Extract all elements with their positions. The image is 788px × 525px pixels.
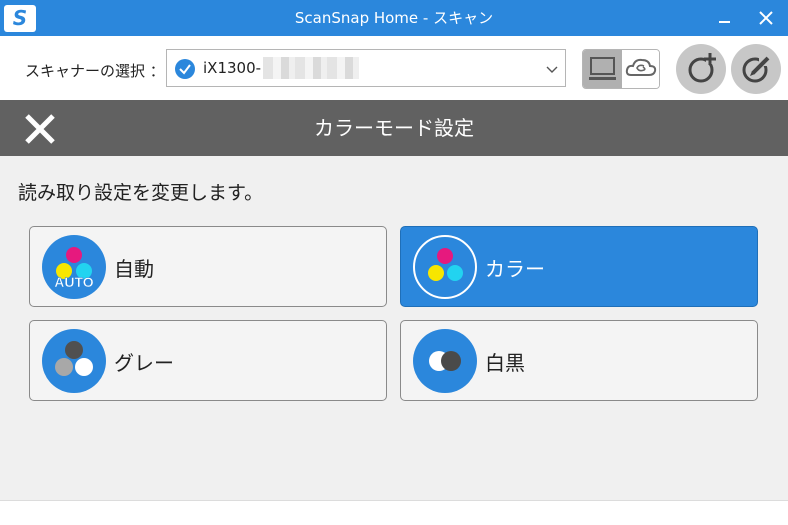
check-circle-icon [175, 59, 195, 79]
scanner-bar: スキャナーの選択 ： iX1300- [0, 36, 788, 100]
scanner-select-value: iX1300- [203, 59, 262, 77]
gray-mode-button[interactable]: グレー [29, 320, 387, 401]
instruction-text: 読み取り設定を変更します。 [18, 182, 264, 204]
scanner-select[interactable]: iX1300- [166, 49, 566, 87]
close-icon [25, 114, 55, 144]
black-white-icon [413, 329, 477, 393]
title-bar: S ScanSnap Home - スキャン [0, 0, 788, 36]
connection-toggle[interactable] [582, 49, 660, 89]
gray-mode-label: グレー [114, 351, 174, 375]
cloud-connection-button[interactable] [622, 50, 659, 88]
bw-mode-label: 白黒 [485, 351, 525, 375]
bw-mode-button[interactable]: 白黒 [400, 320, 758, 401]
cloud-icon [625, 58, 657, 76]
minimize-icon [719, 21, 730, 23]
close-icon [759, 11, 773, 25]
close-dialog-button[interactable] [22, 111, 58, 147]
chevron-down-icon [546, 66, 558, 73]
edit-profile-button[interactable] [731, 44, 781, 94]
add-icon [688, 53, 716, 83]
auto-mode-label: 自動 [114, 257, 154, 281]
bottom-strip [0, 500, 788, 525]
dialog-content: 読み取り設定を変更します。 AUTO 自動 カラー グレー 白黒 [0, 156, 788, 500]
add-profile-button[interactable] [676, 44, 726, 94]
color-mode-button[interactable]: カラー [400, 226, 758, 307]
svg-text:AUTO: AUTO [54, 274, 94, 290]
minimize-button[interactable] [708, 0, 744, 36]
close-window-button[interactable] [748, 0, 784, 36]
dialog-title: カラーモード設定 [314, 116, 474, 140]
edit-icon [742, 54, 771, 83]
auto-color-icon: AUTO [42, 235, 106, 299]
dialog-header: カラーモード設定 [0, 100, 788, 156]
grayscale-icon [42, 329, 106, 393]
color-icon [413, 235, 477, 299]
usb-connection-button[interactable] [583, 50, 622, 88]
color-mode-label: カラー [485, 257, 545, 281]
auto-mode-button[interactable]: AUTO 自動 [29, 226, 387, 307]
scanner-select-label: スキャナーの選択 ： [25, 62, 165, 80]
redacted-serial [263, 57, 359, 79]
computer-icon [589, 57, 616, 80]
window-title: ScanSnap Home - スキャン [294, 9, 494, 27]
